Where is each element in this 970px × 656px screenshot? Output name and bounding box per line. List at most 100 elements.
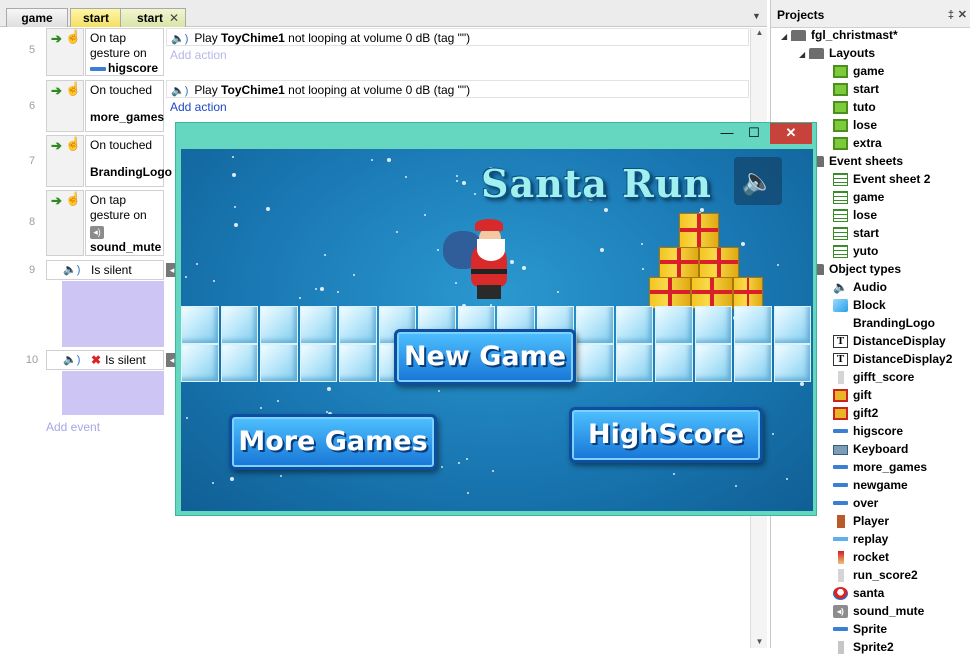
ice-block xyxy=(734,306,772,344)
maximize-button[interactable]: ☐ xyxy=(740,123,768,144)
snowflake xyxy=(441,466,443,468)
folder-open-icon xyxy=(809,48,824,60)
event-condition[interactable]: On tap gesture on higscore xyxy=(85,28,164,76)
game-canvas[interactable]: Santa Run 🔈 New Game More Games HighScor… xyxy=(181,149,813,511)
tree-item-label: Layouts xyxy=(829,46,876,60)
tree-item-object-type[interactable]: Block xyxy=(833,296,886,314)
tab-start-event-sheet[interactable]: start ✕ xyxy=(120,8,186,27)
tree-item-object-type[interactable]: over xyxy=(833,494,878,512)
tab-game[interactable]: game xyxy=(6,8,68,27)
event-condition[interactable]: 🔈) ✖ Is silent xyxy=(46,350,164,370)
tree-item-object-type[interactable]: Sprite xyxy=(833,620,887,638)
tree-item-label: sound_mute xyxy=(853,604,925,618)
tree-item-label: Block xyxy=(853,298,886,312)
snowflake xyxy=(234,223,238,227)
add-action-link[interactable]: Add action xyxy=(166,98,749,116)
tree-item-event-sheet[interactable]: yuto xyxy=(833,242,878,260)
tree-item-object-type[interactable]: more_games xyxy=(833,458,927,476)
tree-item-object-type[interactable]: replay xyxy=(833,530,888,548)
condition-text: On tap gesture on xyxy=(90,193,147,222)
tree-item-object-type[interactable]: ◂) sound_mute xyxy=(833,602,924,620)
snowflake xyxy=(327,387,331,391)
scroll-down-icon[interactable]: ▼ xyxy=(751,637,768,646)
close-window-button[interactable]: ✕ xyxy=(770,123,812,144)
snowflake xyxy=(786,478,788,480)
tab-close-icon[interactable]: ✕ xyxy=(169,9,179,27)
expand-triangle-icon[interactable]: ◢ xyxy=(799,46,809,64)
tree-item-label: tuto xyxy=(853,100,876,114)
tree-item-object-type[interactable]: T DistanceDisplay xyxy=(833,332,946,350)
tab-dropdown-icon[interactable]: ▼ xyxy=(752,11,761,21)
tree-item-object-type[interactable]: 🔈 Audio xyxy=(833,278,887,296)
event-row-5: 5 ➔ ☝ On tap gesture on higscore 🔈) Play … xyxy=(0,28,750,78)
minimize-button[interactable]: — xyxy=(713,123,741,144)
text-icon: T xyxy=(833,353,848,367)
close-icon[interactable]: ✕ xyxy=(958,0,967,30)
snowflake xyxy=(315,288,317,290)
ice-block xyxy=(615,344,653,382)
tree-item-label: run_score2 xyxy=(853,568,918,582)
event-condition[interactable]: On touched more_games xyxy=(85,80,164,132)
tree-item-event-sheet[interactable]: game xyxy=(833,188,884,206)
new-game-button[interactable]: New Game xyxy=(394,329,576,385)
bar-icon xyxy=(833,465,848,470)
tree-project-root[interactable]: ◢ fgl_christmast* xyxy=(781,26,898,44)
tree-item-object-type[interactable]: higscore xyxy=(833,422,903,440)
snowflake xyxy=(266,207,270,211)
event-icons: ➔ ☝ xyxy=(46,135,84,187)
snowflake xyxy=(387,158,391,162)
tree-item-object-type[interactable]: BrandingLogo xyxy=(833,314,935,332)
speaker-icon[interactable]: 🔈 xyxy=(734,157,782,205)
action-play-sound[interactable]: 🔈) Play ToyChime1 not looping at volume 0… xyxy=(166,28,749,46)
pin-icon[interactable]: ‡ xyxy=(948,0,954,30)
highscore-button[interactable]: HighScore xyxy=(569,407,763,463)
tree-item-object-type[interactable]: gift xyxy=(833,386,872,404)
tree-folder-layouts[interactable]: ◢ Layouts xyxy=(799,44,875,62)
action-play-sound[interactable]: 🔈) Play ToyChime1 not looping at volume 0… xyxy=(166,80,749,98)
event-condition[interactable]: On tap gesture on ◂) sound_mute xyxy=(85,190,164,256)
ice-block xyxy=(220,306,258,344)
tree-item-layout[interactable]: start xyxy=(833,80,879,98)
tree-item-object-type[interactable]: newgame xyxy=(833,476,908,494)
tree-item-object-type[interactable]: Keyboard xyxy=(833,440,908,458)
more-games-button[interactable]: More Games xyxy=(229,414,437,470)
event-sheet-icon xyxy=(833,227,848,241)
tree-item-object-type[interactable]: Sprite2 xyxy=(833,638,894,656)
tree-item-event-sheet[interactable]: lose xyxy=(833,206,877,224)
add-action-link[interactable]: Add action xyxy=(166,46,749,64)
tree-item-label: lose xyxy=(853,118,878,132)
tree-item-layout[interactable]: extra xyxy=(833,134,882,152)
tab-label: start xyxy=(137,11,164,25)
snowflake xyxy=(735,485,737,487)
tree-item-layout[interactable]: lose xyxy=(833,116,877,134)
snowflake xyxy=(396,231,398,233)
scroll-up-icon[interactable]: ▲ xyxy=(751,28,768,37)
tree-item-object-type[interactable]: gifft_score xyxy=(833,368,914,386)
tree-item-label: Event sheets xyxy=(829,154,904,168)
tree-item-event-sheet[interactable]: start xyxy=(833,224,879,242)
snowflake xyxy=(462,181,466,185)
snowflake xyxy=(456,180,458,182)
tree-item-object-type[interactable]: santa xyxy=(833,584,884,602)
snowflake xyxy=(232,156,234,158)
tree-item-object-type[interactable]: run_score2 xyxy=(833,566,918,584)
tree-item-layout[interactable]: game xyxy=(833,62,884,80)
tree-item-object-type[interactable]: gift2 xyxy=(833,404,878,422)
event-condition[interactable]: On touched BrandingLogo xyxy=(85,135,172,187)
tree-item-event-sheet[interactable]: Event sheet 2 xyxy=(833,170,930,188)
tree-item-object-type[interactable]: rocket xyxy=(833,548,889,566)
tree-item-layout[interactable]: tuto xyxy=(833,98,876,116)
tree-item-label: game xyxy=(853,190,885,204)
event-condition[interactable]: 🔈) Is silent xyxy=(46,260,164,280)
add-event-link[interactable]: Add event xyxy=(46,420,100,434)
event-number: 7 xyxy=(28,155,36,167)
event-sheet-icon xyxy=(833,209,848,223)
tree-item-object-type[interactable]: Player xyxy=(833,512,889,530)
tree-item-object-type[interactable]: T DistanceDisplay2 xyxy=(833,350,952,368)
ice-block xyxy=(181,306,219,344)
snowflake xyxy=(741,242,745,246)
snowflake xyxy=(405,176,407,178)
tab-start-layout[interactable]: start xyxy=(70,8,122,27)
expand-triangle-icon[interactable]: ◢ xyxy=(781,28,791,46)
snowflake xyxy=(196,263,198,265)
